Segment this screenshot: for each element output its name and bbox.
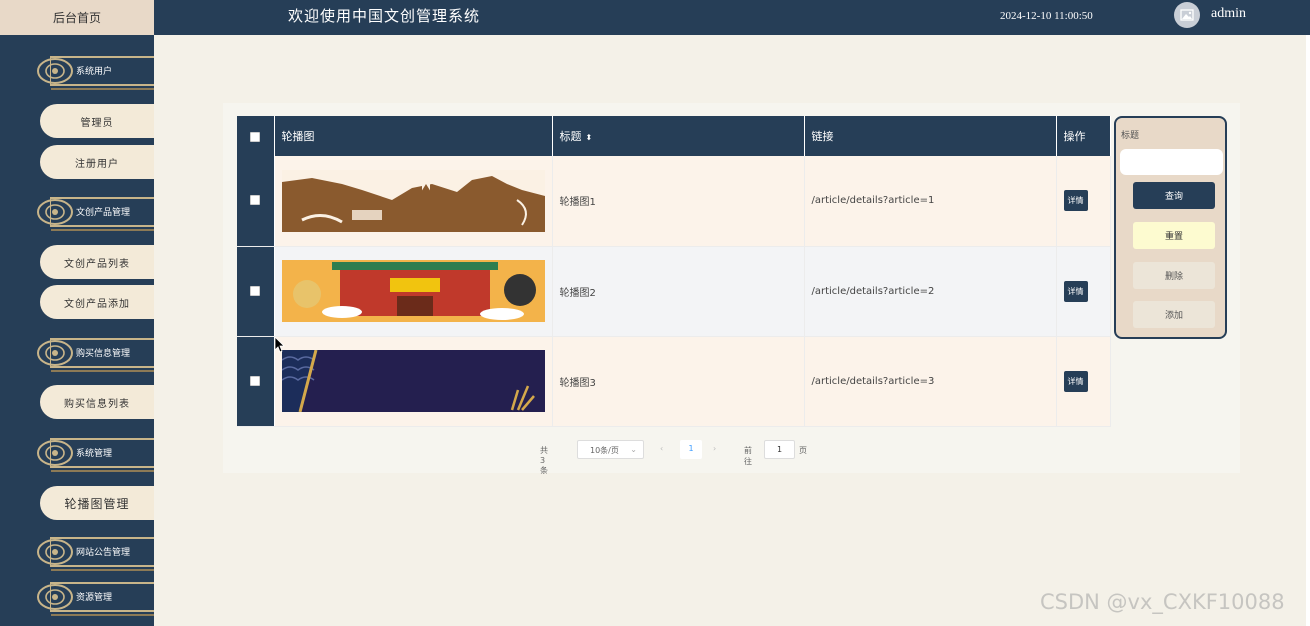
search-panel: 标题 查询 重置 删除 添加 [1114, 116, 1227, 339]
detail-button[interactable]: 详情 [1063, 280, 1088, 302]
datetime: 2024-12-10 11:00:50 [1000, 10, 1093, 22]
detail-button[interactable]: 详情 [1063, 190, 1088, 212]
column-header-image: 轮播图 [274, 116, 553, 156]
goto-page-input[interactable]: 1 [764, 440, 795, 459]
column-header-link: 链接 [804, 116, 1057, 156]
pagination-total: 共 3 条 [540, 446, 548, 475]
row-checkbox[interactable] [250, 375, 261, 386]
sidebar-group-resources[interactable]: 资源管理 [36, 579, 154, 616]
next-page-button[interactable]: › [713, 444, 716, 453]
banner-image-1 [281, 169, 545, 232]
knot-ornament-icon [37, 199, 73, 225]
link-cell: /article/details?article=3 [804, 336, 1057, 427]
delete-button[interactable]: 删除 [1133, 262, 1215, 289]
action-cell: 详情 [1056, 156, 1111, 247]
action-cell: 详情 [1056, 336, 1111, 427]
sidebar-group-label: 系统用户 [76, 67, 113, 77]
sidebar-group-label: 系统管理 [76, 449, 113, 459]
select-all-header [237, 116, 275, 156]
prev-page-button[interactable]: ‹ [660, 444, 663, 453]
sidebar-group-products[interactable]: 文创产品管理 [36, 194, 154, 231]
page-unit-label: 页 [799, 446, 807, 455]
sidebar-group-label: 资源管理 [76, 593, 113, 603]
banner-cell [274, 156, 553, 247]
system-title: 欢迎使用中国文创管理系统 [288, 7, 481, 25]
table-row: 轮播图1 /article/details?article=1 详情 [237, 156, 1111, 247]
banner-image-2 [281, 260, 545, 322]
knot-ornament-icon [37, 440, 73, 466]
top-bar [0, 0, 1310, 35]
row-checkbox-cell [237, 336, 275, 427]
carousel-table: 轮播图 标题 ⬍ 链接 操作 轮播图1 /article/details?art… [237, 116, 1111, 427]
sidebar-group-purchases[interactable]: 购买信息管理 [36, 335, 154, 372]
title-filter-label: 标题 [1121, 131, 1140, 141]
knot-ornament-icon [37, 58, 73, 84]
sidebar-item-product-list[interactable]: 文创产品列表 [40, 245, 154, 279]
banner-cell [274, 336, 553, 427]
sidebar-item-registered-users[interactable]: 注册用户 [40, 145, 154, 179]
goto-label: 前往 [744, 446, 752, 466]
scrollbar-track[interactable] [1306, 35, 1310, 626]
title-search-input[interactable] [1120, 149, 1223, 175]
avatar[interactable] [1174, 2, 1200, 28]
table-header-row: 轮播图 标题 ⬍ 链接 操作 [237, 116, 1111, 156]
current-page[interactable]: 1 [680, 440, 702, 459]
username[interactable]: admin [1211, 6, 1246, 22]
table-row: 轮播图3 /article/details?article=3 详情 [237, 336, 1111, 427]
action-cell: 详情 [1056, 246, 1111, 337]
watermark: CSDN @vx_CXKF10088 [1040, 590, 1285, 614]
column-header-title[interactable]: 标题 ⬍ [552, 116, 805, 156]
row-checkbox-cell [237, 246, 275, 337]
knot-ornament-icon [37, 539, 73, 565]
mouse-cursor-icon [275, 337, 285, 353]
row-checkbox[interactable] [250, 285, 261, 296]
knot-ornament-icon [37, 584, 73, 610]
sidebar-group-system-users[interactable]: 系统用户 [36, 53, 154, 90]
sidebar-group-label: 购买信息管理 [76, 349, 131, 359]
banner-cell [274, 246, 553, 337]
title-cell: 轮播图3 [552, 336, 805, 427]
detail-button[interactable]: 详情 [1063, 370, 1088, 392]
sidebar-item-product-add[interactable]: 文创产品添加 [40, 285, 154, 319]
page-size-select[interactable]: 10条/页 ⌄ [577, 440, 644, 459]
sidebar-item-purchase-list[interactable]: 购买信息列表 [40, 385, 154, 419]
sidebar-group-announcements[interactable]: 网站公告管理 [36, 534, 154, 571]
home-tab[interactable]: 后台首页 [0, 0, 154, 35]
sidebar-group-label: 文创产品管理 [76, 208, 131, 218]
row-checkbox-cell [237, 156, 275, 247]
sidebar-group-label: 网站公告管理 [76, 548, 131, 558]
sidebar-group-system-management[interactable]: 系统管理 [36, 435, 154, 472]
link-cell: /article/details?article=1 [804, 156, 1057, 247]
knot-ornament-icon [37, 340, 73, 366]
title-cell: 轮播图2 [552, 246, 805, 337]
query-button[interactable]: 查询 [1133, 182, 1215, 209]
sidebar-item-carousel-management[interactable]: 轮播图管理 [40, 486, 154, 520]
column-header-action: 操作 [1056, 116, 1111, 156]
table-row: 轮播图2 /article/details?article=2 详情 [237, 246, 1111, 337]
row-checkbox[interactable] [250, 195, 261, 206]
reset-button[interactable]: 重置 [1133, 222, 1215, 249]
banner-image-3 [281, 350, 545, 412]
add-button[interactable]: 添加 [1133, 301, 1215, 328]
select-all-checkbox[interactable] [250, 131, 261, 142]
sort-icon[interactable]: ⬍ [586, 133, 593, 142]
chevron-down-icon: ⌄ [630, 445, 637, 454]
sidebar: 系统用户 管理员 注册用户 文创产品管理 文创产品列表 文创产品添加 购买信息管… [0, 35, 154, 626]
title-cell: 轮播图1 [552, 156, 805, 247]
image-icon [1180, 9, 1194, 21]
link-cell: /article/details?article=2 [804, 246, 1057, 337]
sidebar-item-admin[interactable]: 管理员 [40, 104, 154, 138]
